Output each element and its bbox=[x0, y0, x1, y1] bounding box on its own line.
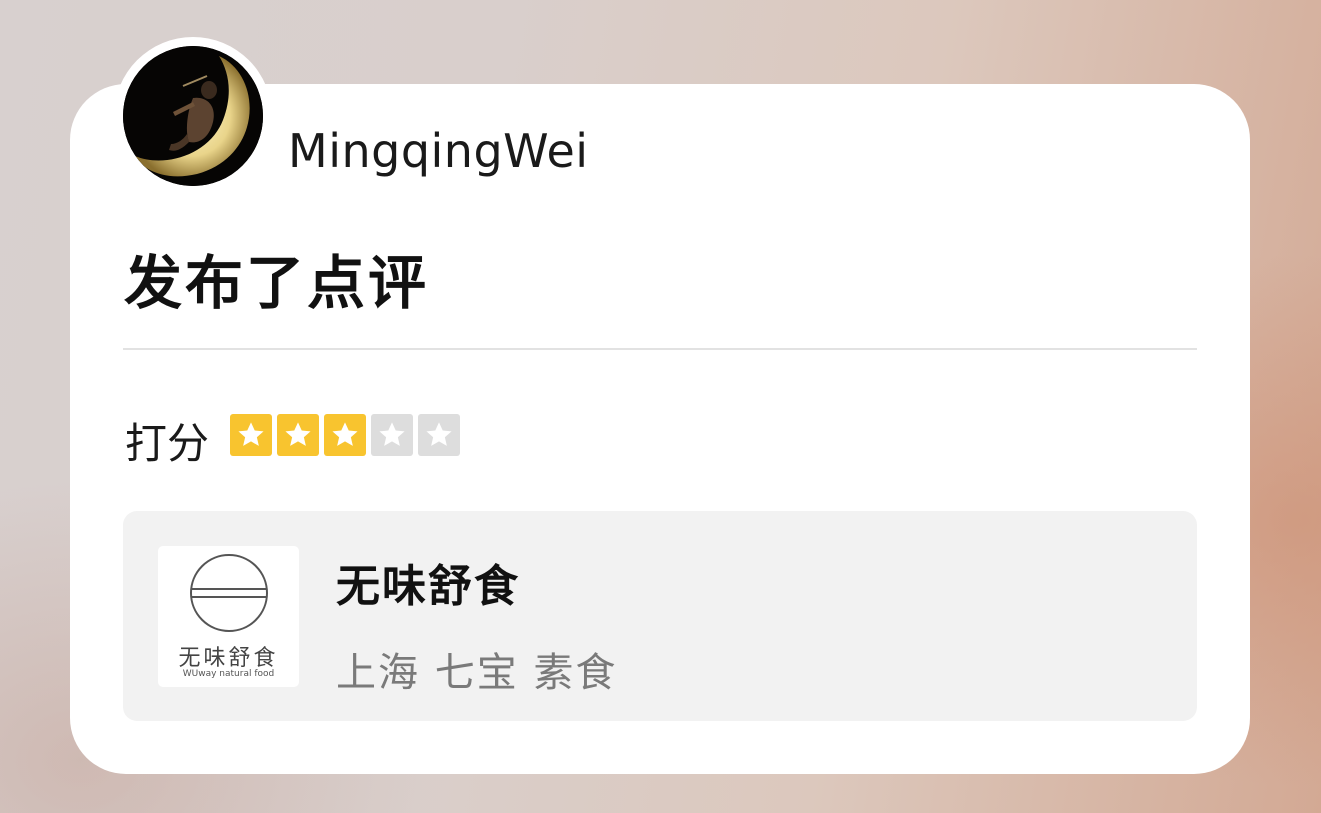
place-meta: 上海 七宝 素食 bbox=[336, 650, 618, 696]
logo-circle-icon bbox=[190, 554, 268, 632]
logo-subtext: WUway natural food bbox=[182, 669, 275, 679]
logo-text: 无味舒食 bbox=[178, 646, 279, 671]
moon-avatar-image bbox=[123, 46, 263, 186]
star-filled-icon bbox=[230, 414, 272, 456]
star-empty-icon bbox=[418, 414, 460, 456]
rating-label: 打分 bbox=[125, 419, 210, 468]
avatar[interactable] bbox=[123, 46, 263, 186]
divider bbox=[123, 348, 1197, 350]
post-headline: 发布了点评 bbox=[124, 249, 430, 317]
place-name[interactable]: 无味舒食 bbox=[336, 550, 520, 614]
star-rating bbox=[230, 414, 460, 456]
username[interactable]: MingqingWei bbox=[288, 124, 589, 178]
star-filled-icon bbox=[277, 414, 319, 456]
star-filled-icon bbox=[324, 414, 366, 456]
place-logo: 无味舒食 WUway natural food bbox=[158, 546, 299, 687]
star-empty-icon bbox=[371, 414, 413, 456]
